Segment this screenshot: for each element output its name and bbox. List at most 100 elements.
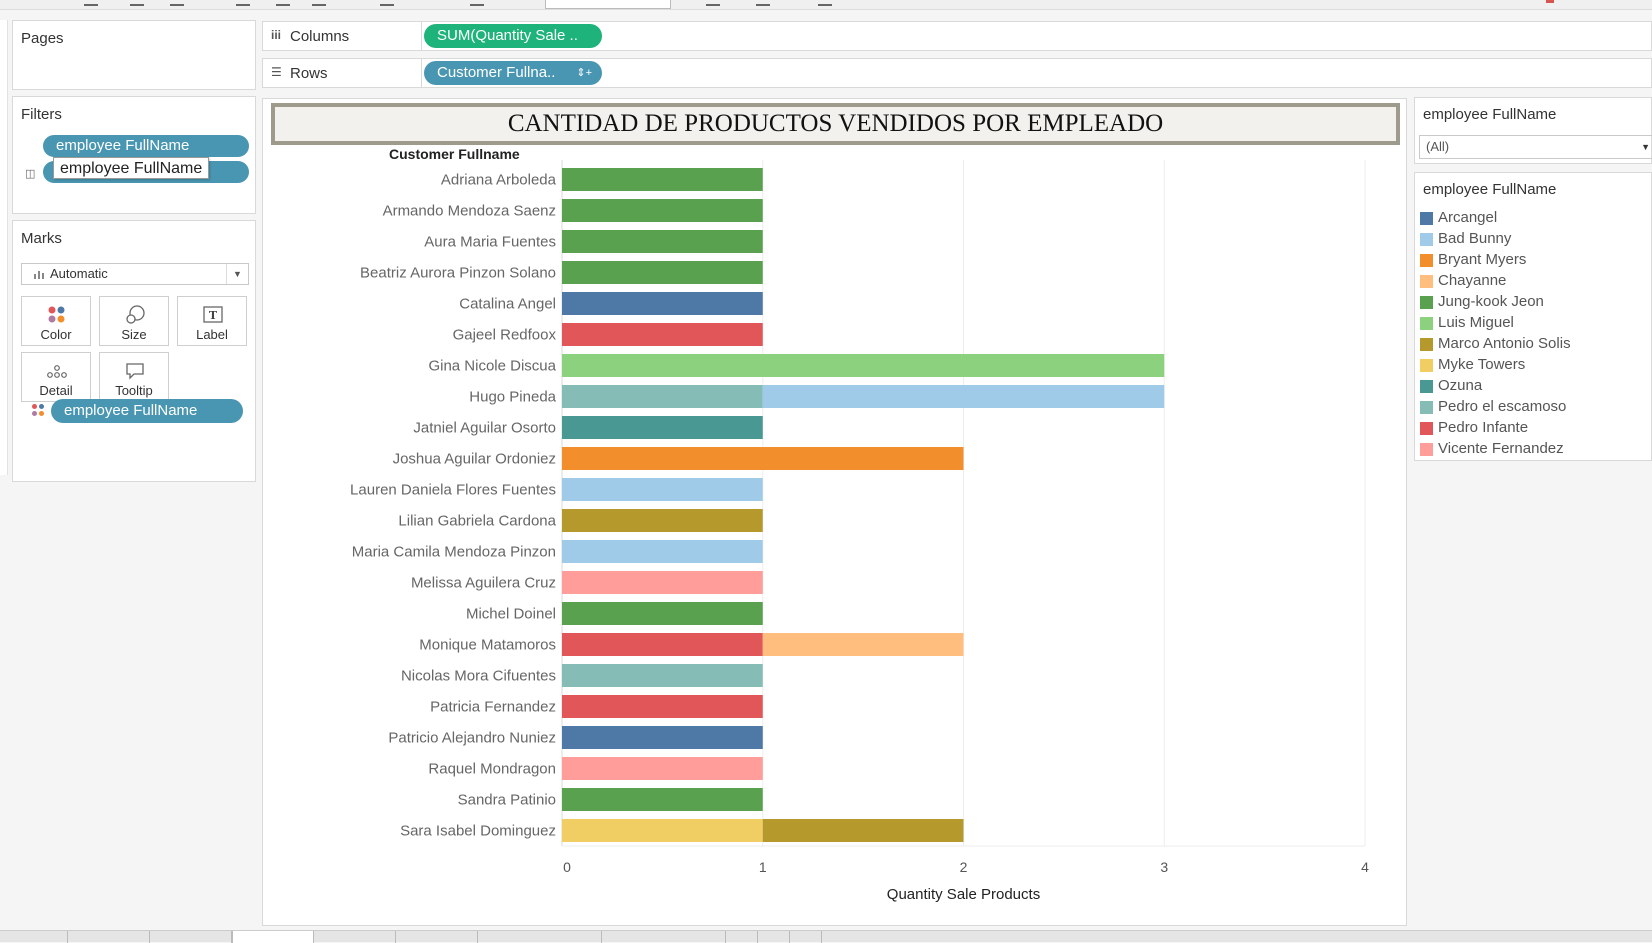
x-tick-label: 1 — [759, 859, 767, 875]
row-label: Gina Nicole Discua — [428, 358, 556, 375]
bar-segment — [562, 602, 763, 625]
view-size-select[interactable] — [545, 0, 671, 9]
pages-title: Pages — [21, 30, 64, 47]
toolbar-icon[interactable] — [756, 0, 770, 6]
marks-pill-employee[interactable]: employee FullName — [51, 399, 243, 423]
toolbar-icon[interactable] — [380, 0, 394, 6]
sheet-tab[interactable] — [758, 931, 790, 943]
size-label: Size — [121, 327, 147, 342]
bar-segment — [562, 168, 763, 191]
row-label: Melissa Aguilera Cruz — [411, 575, 556, 592]
bar-segment — [562, 757, 763, 780]
bar-segment — [562, 819, 763, 842]
bar-segment — [562, 416, 763, 439]
legend-swatch — [1420, 338, 1433, 351]
legend-label: Vicente Fernandez — [1438, 440, 1564, 457]
marks-title: Marks — [21, 230, 62, 247]
detail-button[interactable]: Detail — [21, 352, 91, 402]
legend-title: employee FullName — [1423, 181, 1557, 198]
filters-title: Filters — [21, 106, 62, 123]
rows-icon: ☰ — [271, 65, 282, 79]
color-icon — [48, 306, 65, 323]
mark-type-label: Automatic — [50, 266, 108, 281]
toolbar-icon[interactable] — [170, 0, 184, 6]
legend-label: Bryant Myers — [1438, 251, 1527, 268]
legend-swatch — [1420, 359, 1433, 372]
size-button[interactable]: Size — [99, 296, 169, 346]
rows-shelf: ☰ Rows Customer Fullna.. ⇕+ — [262, 58, 1652, 88]
row-label: Lilian Gabriela Cardona — [398, 513, 556, 530]
toolbar-icon[interactable] — [276, 0, 290, 6]
chevron-down-icon[interactable]: ▼ — [1641, 136, 1650, 158]
legend-swatch — [1420, 401, 1433, 414]
legend-swatch — [1420, 212, 1433, 225]
row-label: Beatriz Aurora Pinzon Solano — [360, 265, 556, 282]
legend-label: Bad Bunny — [1438, 230, 1512, 247]
drag-handle-icon[interactable]: ◫ — [25, 167, 35, 180]
bar-segment — [762, 633, 964, 656]
tooltip-button[interactable]: Tooltip — [99, 352, 169, 402]
quick-filter-card: employee FullName (All) ▼ — [1414, 97, 1652, 164]
detail-icon — [47, 365, 67, 378]
toolbar-red-icon[interactable] — [1546, 0, 1554, 3]
bar-segment — [562, 540, 763, 563]
sheet-tab[interactable] — [790, 931, 822, 943]
sheet-tab[interactable] — [478, 931, 602, 943]
toolbar-icon[interactable] — [470, 0, 484, 6]
row-label: Gajeel Redfoox — [453, 327, 557, 344]
sheet-tab-active[interactable] — [232, 931, 314, 943]
sheet-tab[interactable] — [150, 931, 232, 943]
bar-segment — [562, 323, 763, 346]
legend-label: Myke Towers — [1438, 356, 1526, 373]
sheet-tab[interactable] — [602, 931, 726, 943]
quick-filter-select[interactable]: (All) ▼ — [1419, 135, 1652, 159]
bar-segment — [762, 385, 1165, 408]
row-label: Maria Camila Mendoza Pinzon — [352, 544, 556, 561]
toolbar — [0, 0, 1652, 10]
toolbar-icon[interactable] — [706, 0, 720, 6]
filter-pill-employee[interactable]: employee FullName — [43, 135, 249, 157]
sheet-tabs — [0, 930, 1652, 943]
row-label: Sandra Patinio — [458, 792, 556, 809]
filter-pill-label: employee FullName — [56, 137, 190, 154]
bar-segment — [562, 788, 763, 811]
sheet-tab[interactable] — [726, 931, 758, 943]
row-label: Michel Doinel — [466, 606, 556, 623]
rows-pill[interactable]: Customer Fullna.. ⇕+ — [424, 61, 602, 85]
toolbar-icon[interactable] — [312, 0, 326, 6]
legend-label: Chayanne — [1438, 272, 1507, 289]
row-label: Sara Isabel Dominguez — [400, 823, 556, 840]
columns-pill[interactable]: SUM(Quantity Sale .. — [424, 24, 602, 48]
color-button[interactable]: Color — [21, 296, 91, 346]
rows-pill-label: Customer Fullna.. — [437, 64, 556, 81]
toolbar-icon[interactable] — [84, 0, 98, 6]
toolbar-icon[interactable] — [236, 0, 250, 6]
bar-segment — [562, 571, 763, 594]
legend-label: Jung-kook Jeon — [1438, 293, 1544, 310]
sort-icon[interactable]: ⇕+ — [576, 61, 592, 85]
label-button[interactable]: T Label — [177, 296, 247, 346]
mark-type-select[interactable]: Automatic ▼ — [21, 263, 249, 285]
bar-segment — [562, 695, 763, 718]
legend-swatch — [1420, 380, 1433, 393]
legend-label: Ozuna — [1438, 377, 1483, 394]
bar-segment — [562, 385, 763, 408]
marks-pill-label: employee FullName — [64, 402, 198, 419]
row-label: Monique Matamoros — [419, 637, 556, 654]
legend-swatch — [1420, 317, 1433, 330]
sheet-tab[interactable] — [396, 931, 478, 943]
sheet-tab[interactable] — [0, 931, 68, 943]
row-label: Nicolas Mora Cifuentes — [401, 668, 556, 685]
size-icon — [126, 305, 145, 324]
sheet-tab[interactable] — [314, 931, 396, 943]
row-label: Hugo Pineda — [469, 389, 556, 406]
row-label: Aura Maria Fuentes — [424, 234, 556, 251]
sheet-tab[interactable] — [68, 931, 150, 943]
bar-segment — [562, 664, 763, 687]
toolbar-icon[interactable] — [130, 0, 144, 6]
row-label: Catalina Angel — [459, 296, 556, 313]
chevron-down-icon[interactable]: ▼ — [226, 264, 248, 284]
row-label: Patricia Fernandez — [430, 699, 556, 716]
toolbar-icon[interactable] — [818, 0, 832, 6]
legend-swatch — [1420, 275, 1433, 288]
